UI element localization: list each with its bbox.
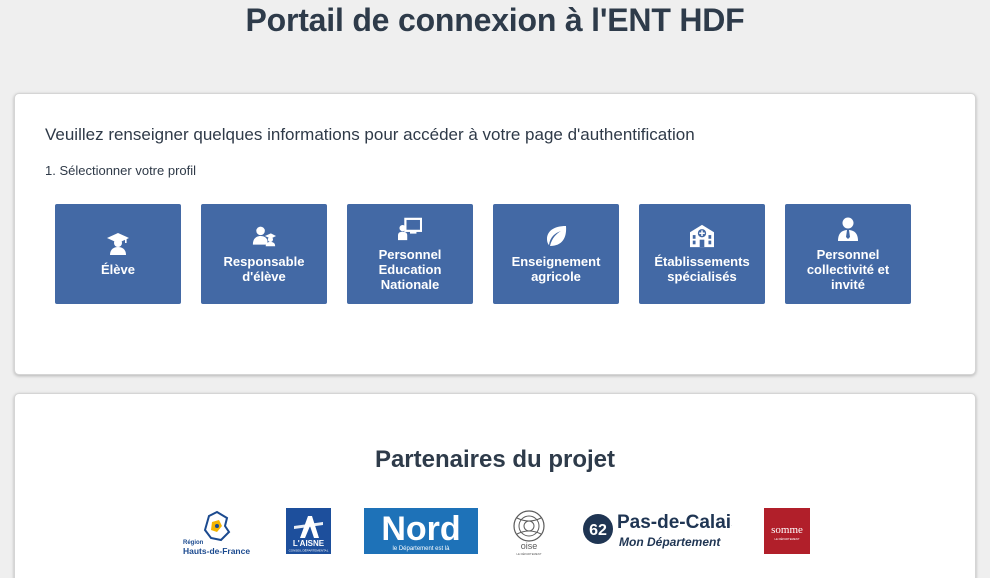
profile-card: Veuillez renseigner quelques information…: [14, 93, 976, 375]
pas-de-calais-logo[interactable]: 62 Pas-de-Calais Mon Département: [582, 508, 742, 554]
hospital-building-icon: [690, 224, 714, 248]
nord-wordmark-icon: Nord le Département est là: [381, 510, 460, 552]
profile-list: Élève Responsable d'élève Personnel Educ…: [55, 204, 911, 304]
pas-de-calais-mark-icon: 62 Pas-de-Calais Mon Département: [583, 512, 742, 549]
step-label: 1. Sélectionner votre profil: [45, 163, 197, 178]
somme-small-text: LE DÉPARTEMENT: [774, 536, 799, 541]
profile-label: Responsable d'élève: [223, 254, 305, 284]
parent-child-icon: [252, 226, 276, 247]
pdc-small-text: Mon Département: [619, 535, 721, 549]
partners-title: Partenaires du projet: [374, 446, 616, 473]
region-main-text: Hauts-de-France: [183, 546, 250, 556]
partners-card: Partenaires du projet Région Hauts-de-Fr…: [14, 393, 976, 578]
region-hauts-de-france-logo[interactable]: Région Hauts-de-France: [181, 510, 253, 556]
oise-small-text: LE DÉPARTEMENT: [516, 551, 541, 556]
aisne-small-text: CONSEIL DÉPARTEMENTAL: [289, 548, 329, 553]
pdc-number-text: 62: [589, 522, 607, 539]
oise-main-text: oise: [521, 541, 538, 551]
profile-button-enseignement-agricole[interactable]: Enseignement agricole: [493, 204, 619, 304]
intro-text: Veuillez renseigner quelques information…: [45, 125, 695, 144]
aisne-main-text: L'AISNE: [293, 539, 325, 548]
profile-button-responsable[interactable]: Responsable d'élève: [201, 204, 327, 304]
profile-label: Élève: [101, 261, 135, 277]
profile-button-personnel-collectivite[interactable]: Personnel collectivité et invité: [785, 204, 911, 304]
profile-button-personnel-education-nationale[interactable]: Personnel Education Nationale: [347, 204, 473, 304]
oise-logo[interactable]: oise LE DÉPARTEMENT: [511, 506, 547, 556]
profile-label: Enseignement agricole: [511, 254, 601, 284]
nord-small-text: le Département est là: [392, 546, 450, 552]
aisne-logo[interactable]: L'AISNE CONSEIL DÉPARTEMENTAL: [286, 508, 331, 554]
page-title: Portail de connexion à l'ENT HDF: [245, 2, 745, 38]
aisne-mark-icon: L'AISNE CONSEIL DÉPARTEMENTAL: [289, 516, 329, 553]
graduate-icon: [107, 232, 129, 255]
profile-label: Personnel collectivité et invité: [806, 246, 890, 292]
pdc-main-text: Pas-de-Calais: [617, 512, 732, 533]
profile-label: Personnel Education Nationale: [378, 246, 442, 292]
profile-button-eleve[interactable]: Élève: [55, 204, 181, 304]
nord-logo[interactable]: Nord le Département est là: [364, 508, 478, 554]
nord-main-text: Nord: [381, 510, 460, 548]
teacher-board-icon: [398, 217, 422, 240]
oise-rosette-icon: oise LE DÉPARTEMENT: [513, 510, 545, 556]
partner-logos: Région Hauts-de-France L'AISNE CONSEIL D…: [15, 506, 975, 556]
somme-wordmark-icon: somme LE DÉPARTEMENT: [771, 524, 803, 541]
somme-logo[interactable]: somme LE DÉPARTEMENT: [764, 508, 810, 554]
somme-main-text: somme: [771, 524, 803, 536]
profile-button-etablissements-specialises[interactable]: Établissements spécialisés: [639, 204, 765, 304]
leaf-icon: [547, 226, 567, 246]
hauts-de-france-map-icon: Région Hauts-de-France: [183, 510, 250, 556]
profile-label: Établissements spécialisés: [654, 254, 750, 284]
person-tie-icon: [838, 217, 858, 241]
